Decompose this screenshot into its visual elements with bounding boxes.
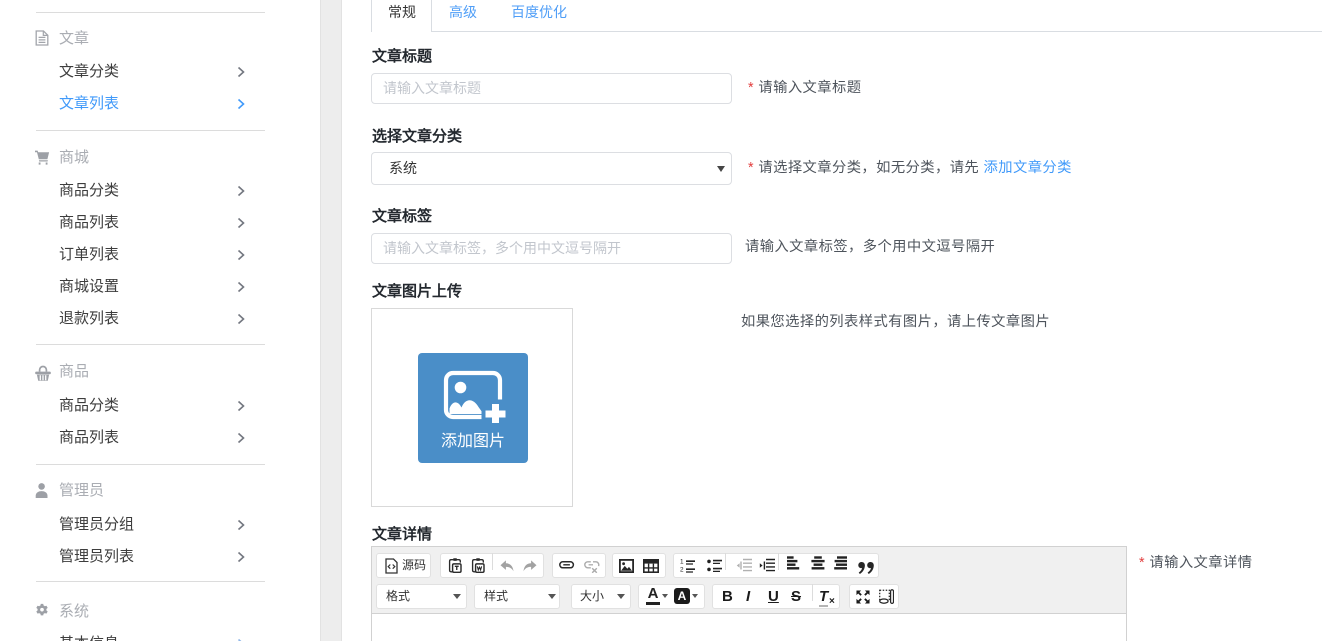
svg-text:2: 2 — [680, 567, 684, 573]
svg-text:1: 1 — [680, 558, 684, 565]
